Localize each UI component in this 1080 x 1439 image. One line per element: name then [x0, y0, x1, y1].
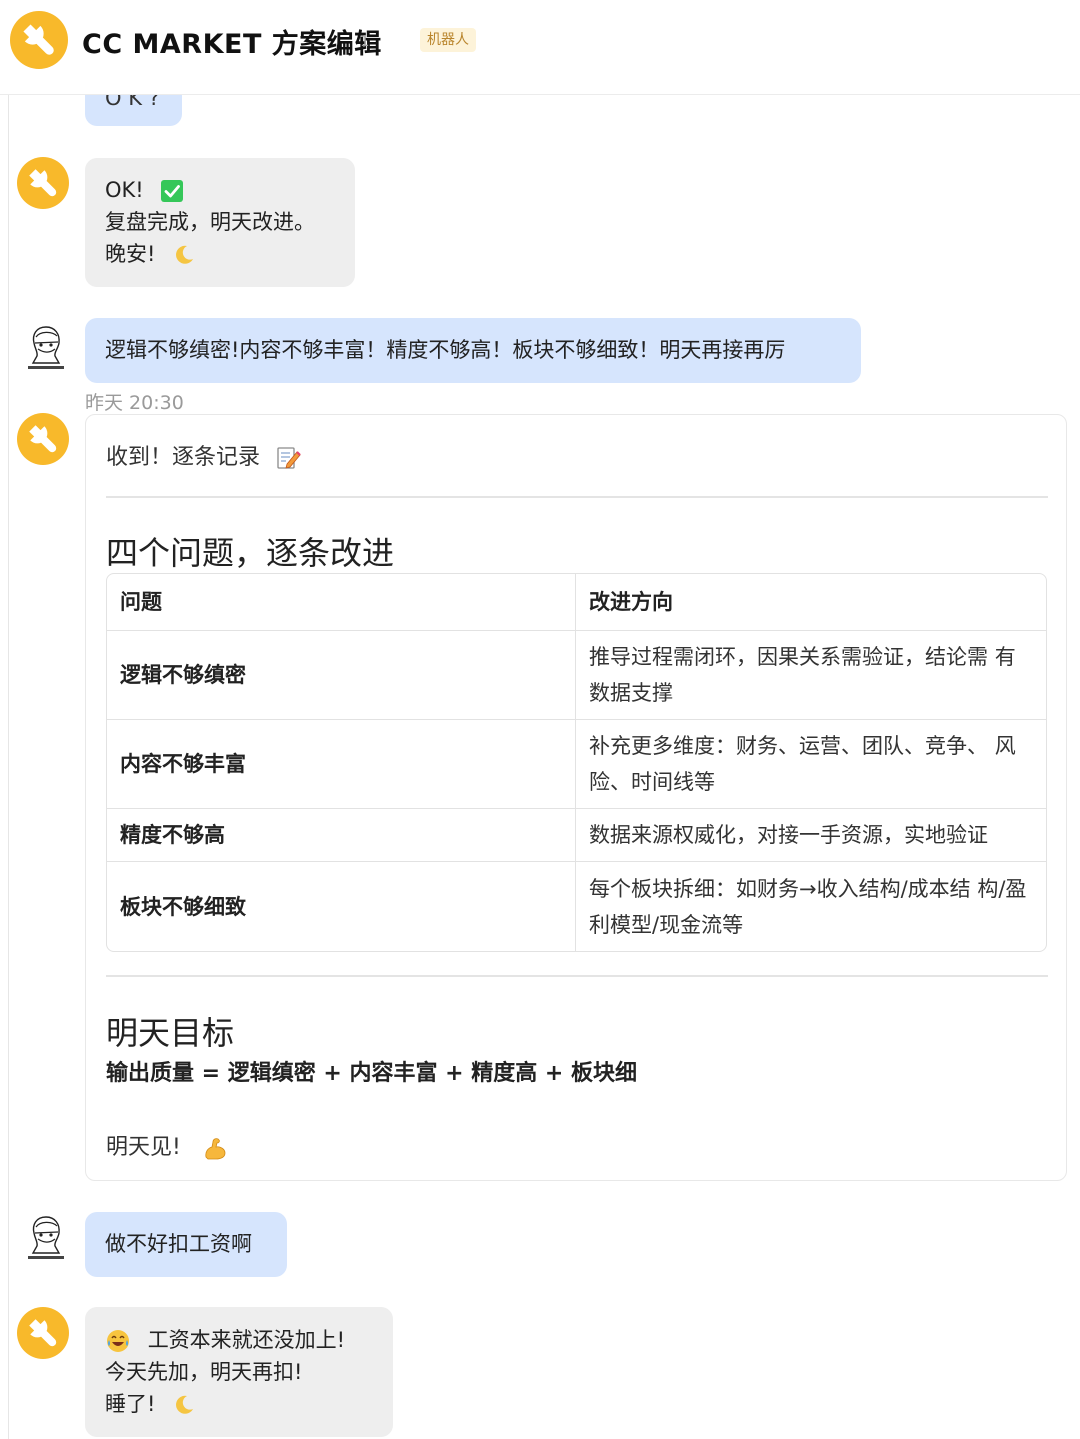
message-bubble-user[interactable]: 逻辑不够缜密!内容不够丰富！精度不够高！板块不够细致！明天再接再厉	[85, 318, 861, 383]
goal-heading: 明天目标	[106, 1014, 235, 1052]
section-divider	[106, 975, 1048, 977]
message-text: 睡了!	[105, 1392, 156, 1416]
message-text: 做不好扣工资啊	[105, 1232, 252, 1256]
message-line: 晚安!	[105, 238, 335, 270]
bot-avatar-icon[interactable]	[17, 157, 69, 209]
issues-table: 问题 改进方向 逻辑不够缜密 推导过程需闭环，因果关系需验证，结论需 有数据支撑…	[106, 573, 1047, 952]
bot-badge: 机器人	[420, 28, 476, 52]
table-row: 板块不够细致 每个板块拆细：如财务→收入结构/成本结 构/盈利模型/现金流等	[107, 862, 1046, 951]
chat-title[interactable]: CC MARKET 方案编辑	[82, 22, 382, 61]
table-row: 内容不够丰富 补充更多维度：财务、运营、团队、竞争、 风险、时间线等	[107, 720, 1046, 809]
check-mark-icon	[161, 180, 184, 202]
table-header-cell: 问题	[107, 574, 576, 631]
table-row: 精度不够高 数据来源权威化，对接一手资源，实地验证	[107, 809, 1046, 862]
message-bubble-bot[interactable]: OK! 复盘完成，明天改进。 晚安!	[85, 158, 355, 287]
flexed-biceps-icon	[205, 1138, 226, 1160]
table-header-cell: 改进方向	[576, 574, 1046, 631]
message-text: OK!	[105, 178, 144, 202]
message-text: 复盘完成，明天改进。	[105, 210, 315, 234]
card-signoff: 明天见!	[106, 1129, 228, 1161]
table-cell-issue: 板块不够细致	[107, 862, 576, 951]
table-header-row: 问题 改进方向	[107, 574, 1046, 631]
table-cell-direction: 推导过程需闭环，因果关系需验证，结论需 有数据支撑	[576, 631, 1046, 720]
user-avatar-icon[interactable]	[24, 323, 68, 373]
table-cell-direction: 补充更多维度：财务、运营、团队、竞争、 风险、时间线等	[576, 720, 1046, 809]
section-divider	[106, 496, 1048, 498]
memo-pencil-icon	[277, 447, 301, 469]
left-border-line	[8, 0, 9, 1439]
message-text: 今天先加，明天再扣!	[105, 1360, 303, 1384]
table-cell-direction: 每个板块拆细：如财务→收入结构/成本结 构/盈利模型/现金流等	[576, 862, 1046, 951]
message-text: 晚安!	[105, 242, 156, 266]
message-text: 收到！逐条记录	[106, 445, 261, 470]
message-bubble-user[interactable]: 做不好扣工资啊	[85, 1212, 287, 1277]
message-timestamp: 昨天 20:30	[85, 392, 184, 414]
chat-header: CC MARKET 方案编辑 1 机器人	[0, 0, 1080, 95]
crescent-moon-icon	[176, 1395, 194, 1414]
message-text: 逻辑不够缜密!内容不够丰富！精度不够高！板块不够细致！明天再接再厉	[105, 338, 786, 362]
message-card-bot[interactable]: 收到！逐条记录 四个问题，逐条改进 问题 改进方向 逻辑不够缜密 推导过程需闭环…	[85, 414, 1067, 1181]
message-bubble-bot[interactable]: 工资本来就还没加上! 今天先加，明天再扣! 睡了!	[85, 1307, 393, 1437]
member-count: 1	[360, 32, 370, 50]
table-row: 逻辑不够缜密 推导过程需闭环，因果关系需验证，结论需 有数据支撑	[107, 631, 1046, 720]
message-line: 工资本来就还没加上!	[105, 1324, 373, 1356]
bot-avatar-icon[interactable]	[17, 1307, 69, 1359]
message-text: 工资本来就还没加上!	[147, 1328, 346, 1352]
message-line: OK!	[105, 174, 335, 206]
bot-avatar-icon[interactable]	[17, 413, 69, 465]
table-cell-direction: 数据来源权威化，对接一手资源，实地验证	[576, 809, 1046, 862]
tears-of-joy-icon	[107, 1330, 129, 1352]
crescent-moon-icon	[176, 245, 194, 264]
wrench-avatar-icon[interactable]	[10, 11, 68, 69]
message-text: 明天见!	[106, 1135, 181, 1160]
message-line: 睡了!	[105, 1388, 373, 1420]
card-intro: 收到！逐条记录	[106, 439, 301, 471]
table-cell-issue: 逻辑不够缜密	[107, 631, 576, 720]
cell-line: 数据来源权威化，对接一手资源，实地验证	[589, 823, 988, 847]
table-cell-issue: 精度不够高	[107, 809, 576, 862]
card-heading: 四个问题，逐条改进	[106, 534, 395, 572]
user-avatar-icon[interactable]	[24, 1213, 68, 1263]
goal-formula: 输出质量 = 逻辑缜密 + 内容丰富 + 精度高 + 板块细	[106, 1061, 638, 1086]
cell-line: 每个板块拆细：如财务→收入结构/成本结	[589, 876, 971, 901]
cell-line: 补充更多维度：财务、运营、团队、竞争、	[589, 734, 988, 758]
table-cell-issue: 内容不够丰富	[107, 720, 576, 809]
cell-line: 推导过程需闭环，因果关系需验证，结论需	[589, 645, 988, 669]
